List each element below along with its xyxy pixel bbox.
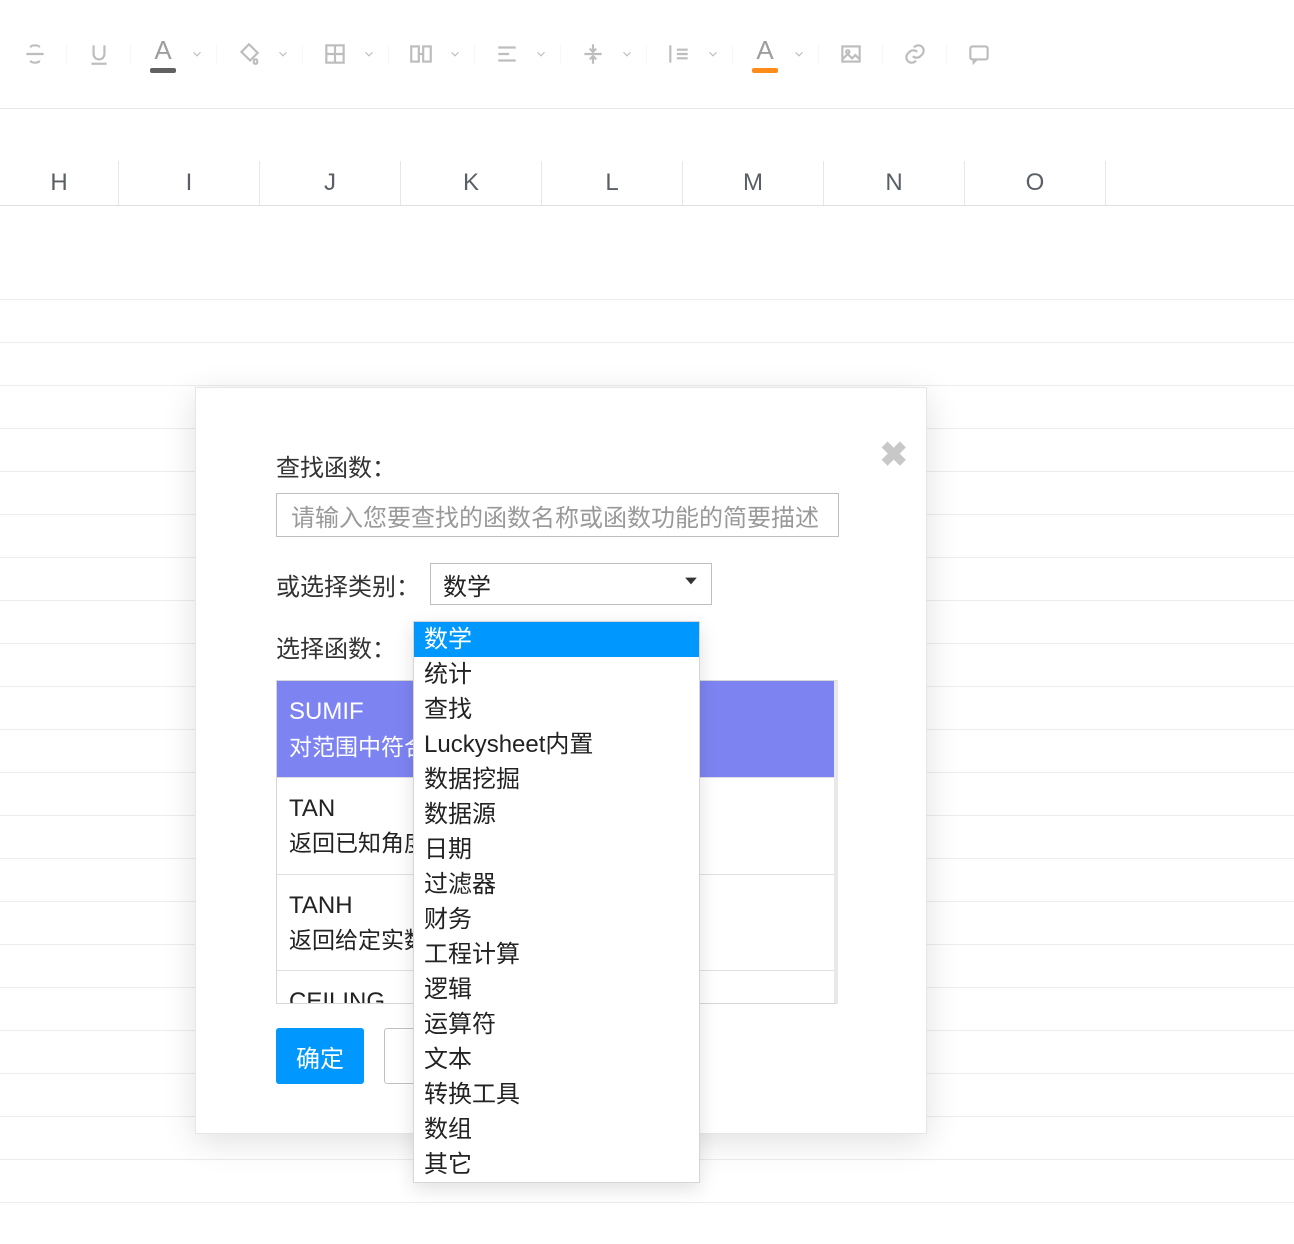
underline-icon <box>80 35 118 73</box>
fill-color-button[interactable] <box>218 35 302 73</box>
category-option[interactable]: 过滤器 <box>414 867 699 902</box>
link-button[interactable] <box>884 35 946 73</box>
align-left-icon <box>488 35 526 73</box>
formatting-toolbar: A <box>0 0 1294 109</box>
link-icon <box>896 35 934 73</box>
indent-dropdown-icon[interactable] <box>706 47 720 61</box>
category-label: 或选择类别： <box>276 567 420 602</box>
category-option[interactable]: 数据源 <box>414 797 699 832</box>
comment-button[interactable] <box>948 35 998 73</box>
column-header[interactable]: J <box>260 161 401 205</box>
spreadsheet-grid[interactable]: HIJKLMNO ✖ 查找函数： 请输入您要查找的函数名称或函数功能的简要描述 … <box>0 161 1294 1244</box>
category-option[interactable]: 数组 <box>414 1112 699 1147</box>
strikethrough-icon <box>16 35 54 73</box>
category-selected-value: 数学 <box>443 567 491 602</box>
category-select[interactable]: 数学 <box>430 563 712 605</box>
grid-row[interactable] <box>0 343 1294 386</box>
merge-button[interactable] <box>390 35 474 73</box>
column-header[interactable]: N <box>824 161 965 205</box>
search-input[interactable]: 请输入您要查找的函数名称或函数功能的简要描述 <box>276 493 839 537</box>
column-header[interactable]: I <box>119 161 260 205</box>
column-header[interactable]: K <box>401 161 542 205</box>
font-color-icon: A <box>144 35 182 73</box>
ok-button[interactable]: 确定 <box>276 1028 364 1084</box>
border-dropdown-icon[interactable] <box>362 47 376 61</box>
merge-cells-icon <box>402 35 440 73</box>
halign-button[interactable] <box>476 35 560 73</box>
valign-dropdown-icon[interactable] <box>620 47 634 61</box>
border-all-icon <box>316 35 354 73</box>
paint-bucket-icon <box>230 35 268 73</box>
category-option[interactable]: 查找 <box>414 692 699 727</box>
image-icon <box>832 35 870 73</box>
font-color-button[interactable]: A <box>132 35 216 73</box>
image-button[interactable] <box>820 35 882 73</box>
category-option[interactable]: 运算符 <box>414 1007 699 1042</box>
border-button[interactable] <box>304 35 388 73</box>
category-option[interactable]: 统计 <box>414 657 699 692</box>
category-option[interactable]: 财务 <box>414 902 699 937</box>
underline-button[interactable] <box>68 35 130 73</box>
halign-dropdown-icon[interactable] <box>534 47 548 61</box>
category-option[interactable]: 工程计算 <box>414 937 699 972</box>
category-option[interactable]: 文本 <box>414 1042 699 1077</box>
indent-left-icon <box>660 35 698 73</box>
text-color2-dropdown-icon[interactable] <box>792 47 806 61</box>
category-option[interactable]: 逻辑 <box>414 972 699 1007</box>
grid-row[interactable] <box>0 1203 1294 1244</box>
align-middle-icon <box>574 35 612 73</box>
column-header[interactable]: H <box>0 161 119 205</box>
fill-color-dropdown-icon[interactable] <box>276 47 290 61</box>
indent-button[interactable] <box>648 35 732 73</box>
text-color2-icon: A <box>746 35 784 73</box>
column-header[interactable]: M <box>683 161 824 205</box>
category-option[interactable]: Luckysheet内置 <box>414 727 699 762</box>
column-header[interactable]: O <box>965 161 1106 205</box>
category-dropdown[interactable]: 数学统计查找Luckysheet内置数据挖掘数据源日期过滤器财务工程计算逻辑运算… <box>413 621 700 1183</box>
grid-row[interactable] <box>0 257 1294 300</box>
merge-dropdown-icon[interactable] <box>448 47 462 61</box>
column-headers: HIJKLMNO <box>0 161 1294 206</box>
category-option[interactable]: 其它 <box>414 1147 699 1182</box>
column-header[interactable]: L <box>542 161 683 205</box>
category-option[interactable]: 数学 <box>414 622 699 657</box>
comment-icon <box>960 35 998 73</box>
close-icon[interactable]: ✖ <box>880 438 909 472</box>
category-option[interactable]: 日期 <box>414 832 699 867</box>
font-color-dropdown-icon[interactable] <box>190 47 204 61</box>
chevron-down-icon <box>681 570 701 598</box>
find-function-label: 查找函数： <box>276 448 846 483</box>
text-color2-button[interactable]: A <box>734 35 818 73</box>
category-option[interactable]: 数据挖掘 <box>414 762 699 797</box>
grid-row[interactable] <box>0 300 1294 343</box>
valign-button[interactable] <box>562 35 646 73</box>
search-placeholder: 请输入您要查找的函数名称或函数功能的简要描述 <box>291 498 819 533</box>
strikethrough-button[interactable] <box>4 35 66 73</box>
category-option[interactable]: 转换工具 <box>414 1077 699 1112</box>
